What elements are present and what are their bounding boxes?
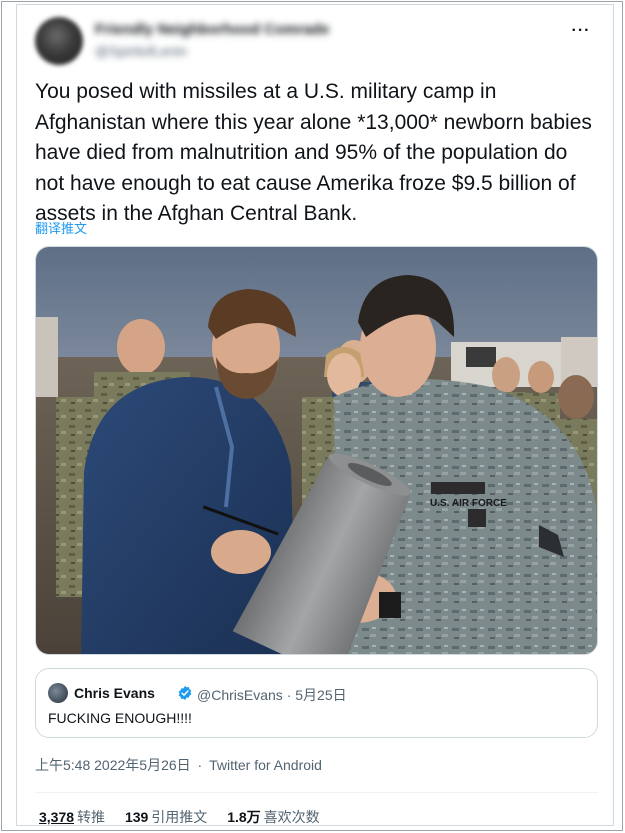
tweet-meta: 上午5:48 2022年5月26日 · Twitter for Android (35, 755, 322, 775)
tweet-time[interactable]: 上午5:48 (35, 757, 90, 773)
quote-tweets-stat[interactable]: 139 引用推文 (125, 809, 207, 825)
translate-tweet-link[interactable]: 翻译推文 (35, 218, 87, 237)
likes-label: 喜欢次数 (263, 809, 320, 825)
quoted-meta-separator: · (286, 687, 292, 703)
likes-stat[interactable]: 1.8万 喜欢次数 (227, 809, 319, 825)
quoted-tweet-date: 5月25日 (295, 687, 347, 703)
quotes-label: 引用推文 (151, 809, 208, 825)
tweet-text: You posed with missiles at a U.S. milita… (35, 80, 592, 225)
stats-divider (35, 792, 598, 793)
quoted-author-meta: @ChrisEvans · 5月25日 (197, 685, 347, 705)
quoted-author-handle: @ChrisEvans (197, 687, 283, 703)
tweet-date[interactable]: 2022年5月26日 (94, 757, 191, 773)
meta-separator: · (197, 757, 203, 773)
verified-badge-icon (178, 686, 192, 700)
author-name[interactable]: Friendly Neighborhood Comrade (95, 21, 329, 38)
uniform-patch-text: U.S. AIR FORCE (430, 498, 507, 509)
tweet-header: Friendly Neighborhood Comrade @SpiritofL… (35, 13, 595, 69)
retweets-label: 转推 (77, 809, 106, 825)
quoted-tweet[interactable]: Chris Evans @ChrisEvans · 5月25日 FUCKING … (35, 668, 598, 738)
retweets-stat[interactable]: 3,378 转推 (39, 809, 105, 825)
quotes-count: 139 (124, 809, 149, 825)
retweets-count: 3,378 (39, 809, 75, 825)
quoted-tweet-text: FUCKING ENOUGH!!!! (48, 710, 192, 726)
tweet-stats: 3,378 转推 139 引用推文 1.8万 喜欢次数 (39, 807, 336, 827)
quoted-author-name: Chris Evans (74, 685, 155, 701)
author-avatar[interactable] (35, 17, 83, 65)
quoted-author-avatar (48, 683, 68, 703)
tweet-client: Twitter for Android (209, 757, 322, 773)
author-handle[interactable]: @SpiritofLenin (95, 43, 187, 59)
tweet-card: Friendly Neighborhood Comrade @SpiritofL… (16, 4, 614, 826)
likes-count: 1.8万 (227, 809, 261, 825)
tweet-photo[interactable]: U.S. AIR FORCE (35, 246, 598, 655)
more-options-icon[interactable]: ··· (569, 23, 593, 39)
